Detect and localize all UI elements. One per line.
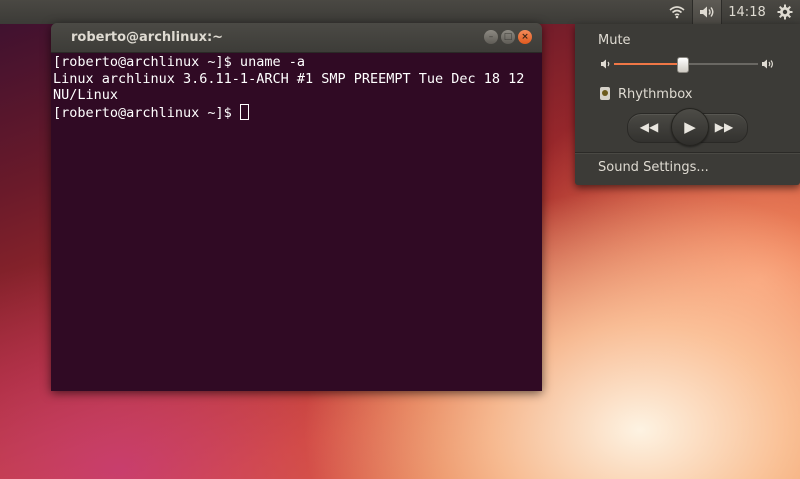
clock[interactable]: 14:18 <box>724 0 770 24</box>
sound-menu: Mute Rhythmbox ◀◀ ▶ ▶▶ Sound Settings... <box>575 24 800 185</box>
wifi-icon <box>669 6 685 19</box>
top-panel: 14:18 <box>0 0 800 24</box>
window-title: roberto@archlinux:~ <box>71 30 224 45</box>
rhythmbox-icon-dot <box>602 90 608 96</box>
terminal-cursor <box>239 103 249 120</box>
volume-low-icon <box>601 59 610 69</box>
previous-track-button[interactable]: ◀◀ <box>638 119 660 135</box>
maximize-button[interactable]: □ <box>501 30 515 44</box>
gear-icon <box>777 4 793 20</box>
terminal-prompt-line: [roberto@archlinux ~]$ <box>53 103 542 121</box>
terminal-output[interactable]: [roberto@archlinux ~]$ uname -a Linux arc… <box>51 53 542 391</box>
player-name[interactable]: Rhythmbox <box>618 87 692 102</box>
terminal-titlebar[interactable]: roberto@archlinux:~ – □ × <box>51 23 542 53</box>
minimize-icon: – <box>488 31 494 42</box>
play-icon: ▶ <box>684 118 696 136</box>
rhythmbox-icon <box>600 87 610 100</box>
volume-high-icon <box>762 59 773 69</box>
terminal-prompt: [roberto@archlinux ~]$ <box>53 104 240 121</box>
maximize-icon: □ <box>503 31 513 42</box>
desktop-wallpaper: 14:18 roberto@archlinux:~ – □ × [roberto… <box>0 0 800 479</box>
previous-icon: ◀◀ <box>639 120 659 134</box>
close-button[interactable]: × <box>518 30 532 44</box>
terminal-window[interactable]: roberto@archlinux:~ – □ × [roberto@archl… <box>51 23 542 391</box>
terminal-line: [roberto@archlinux ~]$ uname -a <box>53 54 305 70</box>
minimize-button[interactable]: – <box>484 30 498 44</box>
speaker-icon <box>700 6 714 18</box>
volume-slider[interactable] <box>614 57 758 73</box>
next-icon: ▶▶ <box>714 120 734 134</box>
terminal-line: NU/Linux <box>53 87 119 103</box>
play-button[interactable]: ▶ <box>671 108 709 146</box>
session-indicator[interactable] <box>772 0 798 24</box>
sound-settings-menu-item[interactable]: Sound Settings... <box>598 160 709 175</box>
terminal-line: Linux archlinux 3.6.11-1-ARCH #1 SMP PRE… <box>53 70 525 87</box>
mute-menu-item[interactable]: Mute <box>598 33 631 48</box>
wifi-indicator[interactable] <box>664 0 690 24</box>
volume-slider-handle[interactable] <box>676 57 689 73</box>
menu-separator <box>575 152 800 154</box>
sound-indicator[interactable] <box>692 0 722 24</box>
close-icon: × <box>521 31 529 42</box>
next-track-button[interactable]: ▶▶ <box>713 119 735 135</box>
volume-level <box>614 63 682 65</box>
